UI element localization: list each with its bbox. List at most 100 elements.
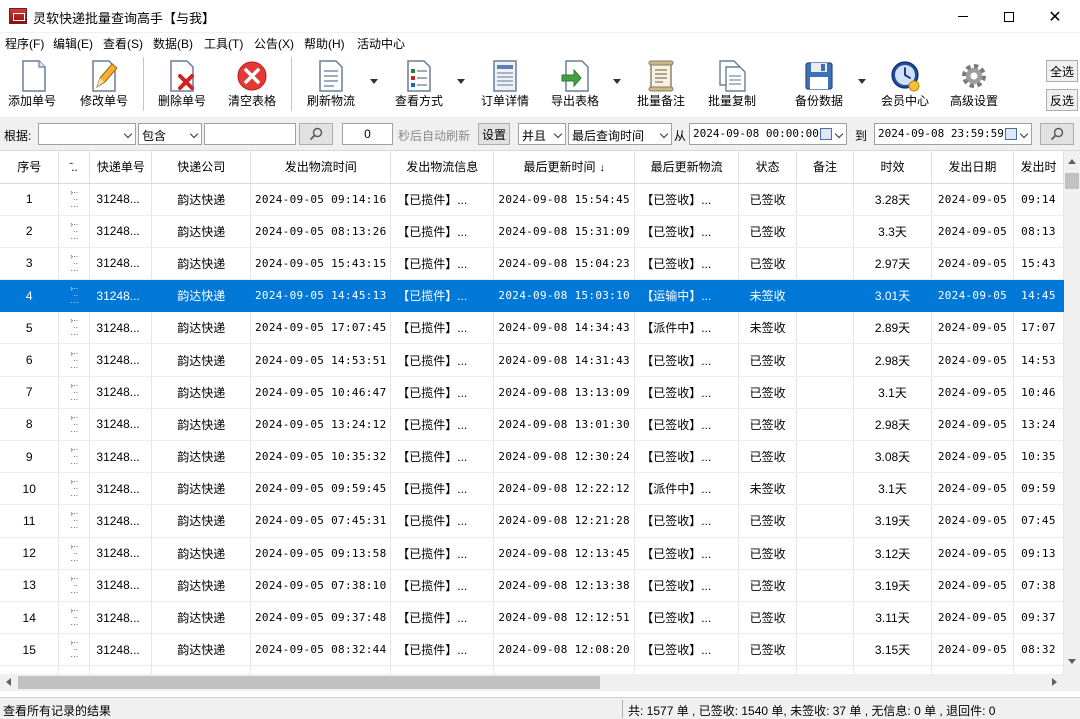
cell-note — [796, 311, 855, 345]
row-select-cell[interactable]: ›·· ·· ··· — [58, 504, 91, 538]
table-row[interactable]: 1 ›·· ·· ··· 31248... 韵达快递 2024-09-05 09:14:1… — [0, 183, 1064, 216]
vertical-scrollbar[interactable] — [1064, 151, 1080, 674]
horizontal-scrollbar[interactable] — [0, 674, 1064, 691]
row-select-cell[interactable]: ›·· ·· ··· — [58, 472, 91, 506]
table-row[interactable]: 6 ›·· ·· ··· 31248... 韵达快递 2024-09-05 14:53:5… — [0, 343, 1064, 377]
table-row[interactable]: 8 ›·· ·· ··· 31248... 韵达快递 2024-09-05 13:24:1… — [0, 408, 1064, 442]
refresh-logistics-button[interactable]: 刷新物流 — [300, 55, 362, 113]
column-header-last-update-time[interactable]: 最后更新时间 ↓ — [493, 151, 636, 184]
date-field-select[interactable]: 最后查询时间 — [568, 123, 672, 145]
advanced-settings-button[interactable]: 高级设置 — [943, 55, 1005, 113]
view-mode-button[interactable]: 查看方式 — [388, 55, 450, 113]
row-select-cell[interactable]: ›·· ·· ··· — [58, 247, 91, 281]
minimize-button[interactable] — [940, 0, 986, 33]
scroll-right-icon[interactable] — [1052, 678, 1057, 686]
table-row[interactable]: 10 ›·· ·· ··· 31248... 韵达快递 2024-09-05 09:59:… — [0, 472, 1064, 506]
row-select-cell[interactable]: ›·· ·· ··· — [58, 343, 91, 377]
results-table[interactable]: 序号 ̄.. 快递单号 快递公司 发出物流时间 发出物流信息 最后更新时间 ↓ 最… — [0, 151, 1064, 674]
cell-send-time: 2024-09-05 09:59:45 — [250, 472, 392, 506]
row-select-cell[interactable]: ›·· ·· ··· — [58, 279, 91, 313]
toolbar: 添加单号 修改单号 删除单号 清空表格 刷新物流 查看方式 订单详情 导出表格 … — [0, 53, 1080, 117]
column-header-note[interactable]: 备注 — [796, 151, 855, 184]
row-select-cell[interactable]: ›·· ·· ··· — [58, 215, 91, 248]
table-row[interactable]: 5 ›·· ·· ··· 31248... 韵达快递 2024-09-05 17:07:4… — [0, 311, 1064, 345]
menu-view[interactable]: 查看(S) — [103, 35, 143, 52]
clear-table-button[interactable]: 清空表格 — [221, 55, 283, 113]
table-row[interactable]: 4 ›·· ·· ··· 31248... 韵达快递 2024-09-05 14:45:1… — [0, 279, 1064, 313]
row-select-cell[interactable]: ›·· ·· ··· — [58, 408, 91, 442]
scroll-down-icon[interactable] — [1068, 659, 1076, 664]
column-header-duration[interactable]: 时效 — [853, 151, 932, 184]
vertical-scroll-thumb[interactable] — [1065, 173, 1079, 189]
view-mode-dropdown-arrow[interactable] — [457, 79, 465, 84]
basis-field-select[interactable] — [38, 123, 136, 145]
column-header-courier[interactable]: 快递公司 — [151, 151, 252, 184]
from-datetime-picker[interactable]: 2024-09-08 00:00:00 — [689, 123, 847, 145]
export-dropdown-arrow[interactable] — [613, 79, 621, 84]
horizontal-scroll-thumb[interactable] — [18, 676, 600, 689]
scrollbar-corner — [1064, 674, 1080, 691]
batch-note-button[interactable]: 批量备注 — [630, 55, 692, 113]
row-select-cell[interactable]: ›·· ·· ··· — [58, 537, 91, 570]
menu-tools[interactable]: 工具(T) — [204, 35, 243, 52]
column-header-send-hour[interactable]: 发出时 — [1013, 151, 1064, 184]
member-center-button[interactable]: 会员中心 — [874, 55, 936, 113]
match-mode-select[interactable]: 包含 — [138, 123, 202, 145]
menu-program[interactable]: 程序(F) — [5, 35, 44, 52]
select-all-button[interactable]: 全选 — [1046, 60, 1078, 82]
export-table-button[interactable]: 导出表格 — [544, 55, 606, 113]
table-row[interactable]: 11 ›·· ·· ··· 31248... 韵达快递 2024-09-05 07:45:… — [0, 504, 1064, 538]
cell-index: 2 — [0, 215, 60, 248]
table-row[interactable]: 14 ›·· ·· ··· 31248... 韵达快递 2024-09-05 09:37:… — [0, 601, 1064, 635]
menu-activity-center[interactable]: 活动中心 — [357, 35, 405, 52]
table-row[interactable]: 3 ›·· ·· ··· 31248... 韵达快递 2024-09-05 15:43:1… — [0, 247, 1064, 281]
column-header-status[interactable]: 状态 — [738, 151, 798, 184]
close-button[interactable]: ✕ — [1032, 0, 1078, 33]
row-select-cell[interactable]: ›·· ·· ··· — [58, 633, 91, 667]
table-row[interactable]: 7 ›·· ·· ··· 31248... 韵达快递 2024-09-05 10:46:4… — [0, 376, 1064, 409]
column-header-last-update-logistics[interactable]: 最后更新物流 — [634, 151, 740, 184]
row-select-cell[interactable]: ›·· ·· ··· — [58, 311, 91, 345]
settings-button[interactable]: 设置 — [478, 123, 510, 145]
backup-dropdown-arrow[interactable] — [858, 79, 866, 84]
row-select-cell[interactable]: ›·· ·· ··· — [58, 440, 91, 474]
add-number-button[interactable]: 添加单号 — [2, 55, 62, 113]
scroll-up-icon[interactable] — [1068, 159, 1076, 164]
logic-select[interactable]: 并且 — [518, 123, 566, 145]
column-header-index[interactable]: 序号 — [0, 151, 60, 184]
delete-number-button[interactable]: 删除单号 — [150, 55, 214, 113]
batch-copy-button[interactable]: 批量复制 — [701, 55, 763, 113]
row-select-cell[interactable]: ›·· ·· ··· — [58, 183, 91, 216]
invert-select-button[interactable]: 反选 — [1046, 89, 1078, 111]
column-header-send-info[interactable]: 发出物流信息 — [390, 151, 495, 184]
row-select-cell[interactable]: ›·· ·· ··· — [58, 569, 91, 602]
menu-data[interactable]: 数据(B) — [153, 35, 193, 52]
table-row[interactable]: 12 ›·· ·· ··· 31248... 韵达快递 2024-09-05 09:13:… — [0, 537, 1064, 570]
query-button[interactable] — [1040, 123, 1074, 145]
column-header-send-time[interactable]: 发出物流时间 — [250, 151, 392, 184]
status-bar: 查看所有记录的结果 共: 1577 单 , 已签收: 1540 单, 未签收: … — [0, 697, 1080, 719]
cell-partial — [0, 665, 60, 674]
row-select-cell[interactable]: ›·· ·· ··· — [58, 376, 91, 409]
table-row[interactable]: 15 ›·· ·· ··· 31248... 韵达快递 2024-09-05 08:32:… — [0, 633, 1064, 667]
refresh-seconds-input[interactable]: 0 — [342, 123, 393, 145]
row-select-cell[interactable]: ›·· ·· ··· — [58, 601, 91, 635]
edit-number-button[interactable]: 修改单号 — [74, 55, 134, 113]
refresh-dropdown-arrow[interactable] — [370, 79, 378, 84]
table-row[interactable]: 13 ›·· ·· ··· 31248... 韵达快递 2024-09-05 07:38:… — [0, 569, 1064, 602]
menu-edit[interactable]: 编辑(E) — [53, 35, 93, 52]
menu-notice[interactable]: 公告(X) — [254, 35, 294, 52]
menu-help[interactable]: 帮助(H) — [304, 35, 345, 52]
table-row[interactable]: 9 ›·· ·· ··· 31248... 韵达快递 2024-09-05 10:35:3… — [0, 440, 1064, 474]
maximize-button[interactable] — [986, 0, 1032, 33]
table-row[interactable]: 2 ›·· ·· ··· 31248... 韵达快递 2024-09-05 08:13:2… — [0, 215, 1064, 248]
to-datetime-picker[interactable]: 2024-09-08 23:59:59 — [874, 123, 1032, 145]
search-button[interactable] — [299, 123, 333, 145]
keyword-input[interactable] — [204, 123, 296, 145]
column-header-checkbox[interactable]: ̄.. — [58, 151, 91, 184]
column-header-send-date[interactable]: 发出日期 — [931, 151, 1014, 184]
column-header-tracking-number[interactable]: 快递单号 — [89, 151, 153, 184]
order-detail-button[interactable]: 订单详情 — [474, 55, 536, 113]
backup-data-button[interactable]: 备份数据 — [788, 55, 850, 113]
scroll-left-icon[interactable] — [6, 678, 11, 686]
